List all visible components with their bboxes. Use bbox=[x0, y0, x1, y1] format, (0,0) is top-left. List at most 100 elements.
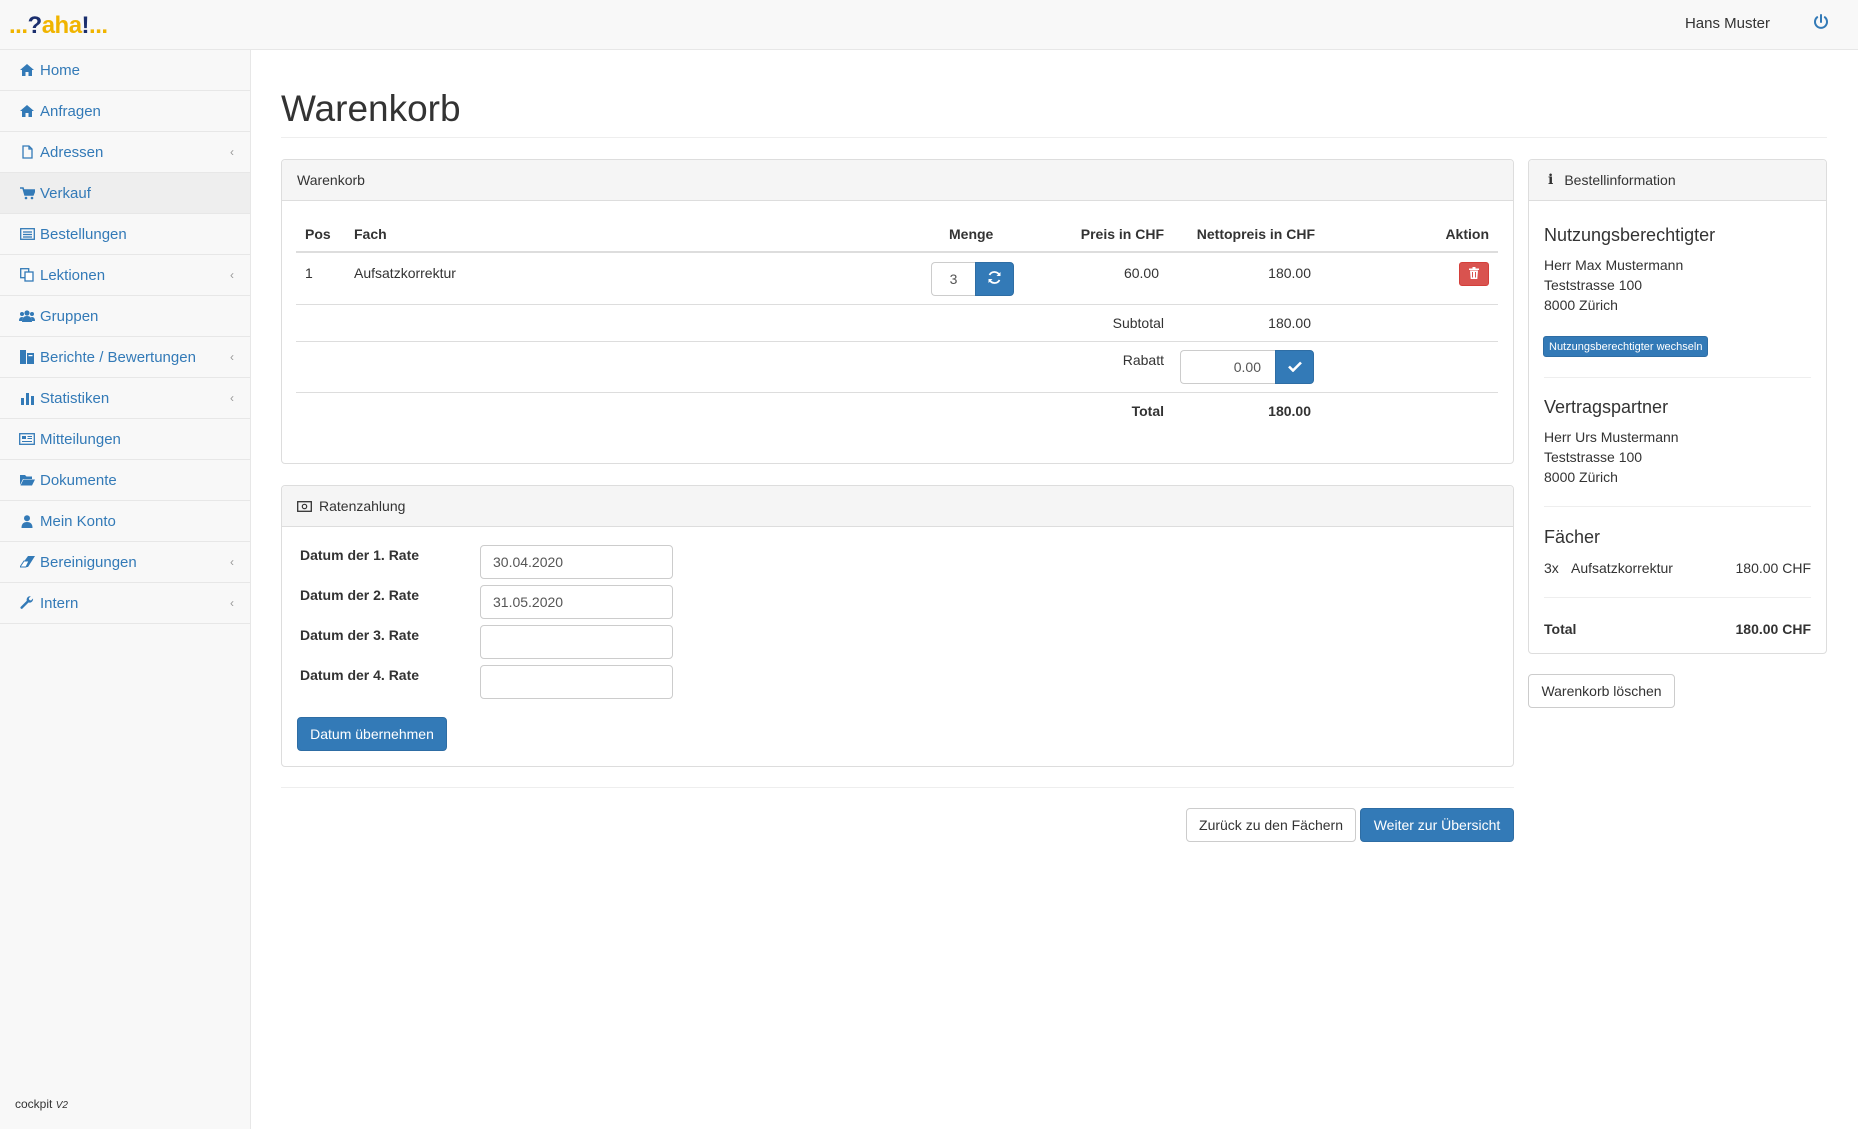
cell-pos: 1 bbox=[305, 265, 313, 281]
sidebar: Home Anfragen Adressen ‹ Verkauf Bestell… bbox=[0, 50, 251, 1129]
apply-rabatt-button[interactable] bbox=[1275, 350, 1314, 384]
quantity-input[interactable]: 3 bbox=[931, 262, 975, 296]
chevron-left-icon: ‹ bbox=[230, 596, 234, 610]
sidebar-item-label: Mitteilungen bbox=[40, 430, 121, 448]
cart-panel-heading: Warenkorb bbox=[282, 160, 1513, 201]
rate-1-label: Datum der 1. Rate bbox=[300, 547, 420, 563]
subject-name: Aufsatzkorrektur bbox=[1571, 560, 1673, 576]
trash-icon bbox=[1469, 266, 1479, 283]
sidebar-item-label: Adressen bbox=[40, 143, 104, 161]
info-total-value: 180.00 CHF bbox=[1735, 621, 1811, 637]
panel-title: Bestellinformation bbox=[1564, 172, 1676, 188]
col-header-menge: Menge bbox=[949, 226, 994, 242]
copy-icon bbox=[18, 268, 36, 282]
report-icon bbox=[18, 350, 36, 364]
sidebar-item-berichte[interactable]: Berichte / Bewertungen ‹ bbox=[0, 337, 250, 378]
divider bbox=[1544, 377, 1811, 378]
rabatt-input[interactable]: 0.00 bbox=[1180, 350, 1275, 384]
sidebar-item-home[interactable]: Home bbox=[0, 50, 250, 91]
chevron-left-icon: ‹ bbox=[230, 555, 234, 569]
beneficiary-name: Herr Max Mustermann bbox=[1544, 257, 1684, 273]
panel-title: Ratenzahlung bbox=[319, 498, 406, 514]
rate-2-date-input[interactable]: 31.05.2020 bbox=[480, 585, 673, 619]
sidebar-item-label: Dokumente bbox=[40, 471, 117, 489]
users-icon bbox=[18, 310, 36, 322]
sidebar-item-adressen[interactable]: Adressen ‹ bbox=[0, 132, 250, 173]
sidebar-item-statistiken[interactable]: Statistiken ‹ bbox=[0, 378, 250, 419]
rate-4-label: Datum der 4. Rate bbox=[300, 667, 420, 683]
partner-city: 8000 Zürich bbox=[1544, 469, 1618, 485]
top-navbar: ...?aha!... Hans Muster bbox=[0, 0, 1858, 50]
sidebar-item-gruppen[interactable]: Gruppen bbox=[0, 296, 250, 337]
rate-4-date-input[interactable] bbox=[480, 665, 673, 699]
sidebar-item-label: Anfragen bbox=[40, 102, 101, 120]
divider bbox=[1544, 506, 1811, 507]
home-icon bbox=[18, 105, 36, 117]
sidebar-item-label: Home bbox=[40, 61, 81, 79]
footer-text: cockpit bbox=[15, 1097, 53, 1111]
col-header-netto: Nettopreis in CHF bbox=[1196, 226, 1315, 242]
list-icon bbox=[18, 228, 36, 240]
chevron-left-icon: ‹ bbox=[230, 268, 234, 282]
user-name[interactable]: Hans Muster bbox=[1685, 15, 1770, 32]
sidebar-item-dokumente[interactable]: Dokumente bbox=[0, 460, 250, 501]
partner-title: Vertragspartner bbox=[1544, 397, 1669, 417]
total-label: Total bbox=[1131, 403, 1164, 419]
app-logo[interactable]: ...?aha!... bbox=[9, 12, 108, 40]
beneficiary-city: 8000 Zürich bbox=[1544, 297, 1618, 313]
rates-panel-heading: Ratenzahlung bbox=[282, 486, 1513, 527]
divider bbox=[281, 787, 1514, 788]
beneficiary-street: Teststrasse 100 bbox=[1544, 277, 1643, 293]
continue-to-overview-button[interactable]: Weiter zur Übersicht bbox=[1360, 808, 1514, 842]
chevron-left-icon: ‹ bbox=[230, 350, 234, 364]
footer-version: V2 bbox=[55, 1100, 68, 1111]
refresh-quantity-button[interactable] bbox=[975, 262, 1014, 296]
col-header-fach: Fach bbox=[354, 226, 387, 242]
back-to-subjects-button[interactable]: Zurück zu den Fächern bbox=[1186, 808, 1356, 842]
subject-qty: 3x bbox=[1544, 560, 1559, 576]
sidebar-footer: cockpit V2 bbox=[15, 1097, 68, 1111]
sidebar-item-lektionen[interactable]: Lektionen ‹ bbox=[0, 255, 250, 296]
chevron-left-icon: ‹ bbox=[230, 145, 234, 159]
partner-street: Teststrasse 100 bbox=[1544, 449, 1643, 465]
chevron-left-icon: ‹ bbox=[230, 391, 234, 405]
cell-netto: 180.00 bbox=[1268, 265, 1311, 281]
info-total-label: Total bbox=[1544, 621, 1577, 637]
clear-cart-button[interactable]: Warenkorb löschen bbox=[1528, 674, 1675, 708]
refresh-icon bbox=[987, 270, 1002, 289]
total-value: 180.00 bbox=[1268, 403, 1311, 419]
bar-chart-icon bbox=[18, 392, 36, 405]
sidebar-item-label: Mein Konto bbox=[40, 512, 116, 530]
apply-dates-button[interactable]: Datum übernehmen bbox=[297, 717, 447, 751]
cell-preis: 60.00 bbox=[1123, 265, 1159, 281]
newspaper-icon bbox=[18, 433, 36, 445]
sidebar-item-intern[interactable]: Intern ‹ bbox=[0, 583, 250, 624]
delete-button[interactable] bbox=[1459, 262, 1489, 286]
sidebar-item-label: Statistiken bbox=[40, 389, 110, 407]
sidebar-item-label: Berichte / Bewertungen bbox=[40, 348, 196, 366]
sidebar-item-anfragen[interactable]: Anfragen bbox=[0, 91, 250, 132]
sidebar-item-mitteilungen[interactable]: Mitteilungen bbox=[0, 419, 250, 460]
sidebar-item-label: Bereinigungen bbox=[40, 553, 137, 571]
user-icon bbox=[18, 514, 36, 528]
divider bbox=[1544, 597, 1811, 598]
change-beneficiary-button[interactable]: Nutzungsberechtigter wechseln bbox=[1543, 336, 1709, 357]
rates-panel: Ratenzahlung bbox=[281, 485, 1514, 767]
rate-3-date-input[interactable] bbox=[480, 625, 673, 659]
sidebar-item-bestellungen[interactable]: Bestellungen bbox=[0, 214, 250, 255]
file-icon bbox=[18, 145, 36, 159]
sidebar-item-label: Verkauf bbox=[40, 184, 91, 202]
wrench-icon bbox=[18, 596, 36, 610]
beneficiary-title: Nutzungsberechtigter bbox=[1544, 225, 1716, 245]
divider bbox=[296, 392, 1498, 393]
order-info-heading: i Bestellinformation bbox=[1529, 160, 1826, 201]
sidebar-item-verkauf[interactable]: Verkauf bbox=[0, 173, 250, 214]
power-icon[interactable] bbox=[1812, 13, 1830, 31]
sidebar-item-bereinigungen[interactable]: Bereinigungen ‹ bbox=[0, 542, 250, 583]
rate-1-date-input[interactable]: 30.04.2020 bbox=[480, 545, 673, 579]
divider bbox=[281, 137, 1827, 138]
cart-panel: Warenkorb bbox=[281, 159, 1514, 464]
money-icon bbox=[297, 500, 312, 512]
col-header-preis: Preis in CHF bbox=[1080, 226, 1164, 242]
sidebar-item-mein-konto[interactable]: Mein Konto bbox=[0, 501, 250, 542]
